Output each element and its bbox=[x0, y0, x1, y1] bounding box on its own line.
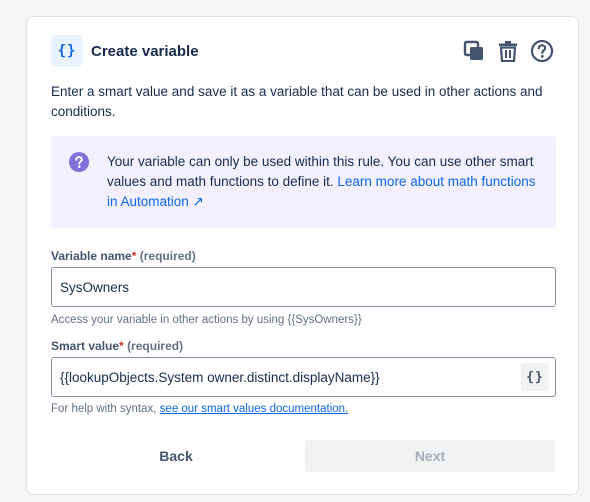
smart-value-label-text: Smart value bbox=[51, 339, 120, 353]
variable-name-label-text: Variable name bbox=[51, 249, 132, 263]
smart-value-field: {} bbox=[51, 357, 556, 397]
info-panel: Your variable can only be used within th… bbox=[51, 136, 556, 228]
header-actions bbox=[462, 39, 554, 63]
smart-values-docs-link[interactable]: see our smart values documentation. bbox=[160, 403, 349, 415]
next-button[interactable]: Next bbox=[305, 440, 555, 472]
question-circle-icon bbox=[69, 152, 89, 172]
dialog-title: Create variable bbox=[91, 42, 199, 60]
required-star: * bbox=[119, 339, 124, 353]
smart-value-insert-button[interactable]: {} bbox=[521, 363, 549, 391]
trash-icon bbox=[499, 41, 517, 62]
braces-icon: {} bbox=[51, 35, 83, 67]
smart-value-helper: For help with syntax, see our smart valu… bbox=[51, 403, 348, 415]
smart-value-input[interactable] bbox=[52, 358, 512, 396]
required-text: (required) bbox=[139, 249, 196, 263]
required-star: * bbox=[131, 249, 137, 263]
help-icon bbox=[530, 39, 554, 63]
delete-button[interactable] bbox=[496, 39, 520, 63]
smart-value-label: Smart value* (required) bbox=[51, 339, 183, 353]
copy-icon bbox=[463, 40, 483, 60]
dialog-description: Enter a smart value and save it as a var… bbox=[51, 84, 543, 119]
required-text: (required) bbox=[127, 339, 184, 353]
create-variable-dialog: {} Create variable Enter a smart value a… bbox=[26, 16, 579, 495]
copy-button[interactable] bbox=[462, 39, 486, 63]
help-button[interactable] bbox=[530, 39, 554, 63]
dialog-header: {} Create variable bbox=[51, 35, 554, 67]
back-button[interactable]: Back bbox=[51, 440, 301, 472]
variable-name-label: Variable name* (required) bbox=[51, 249, 196, 263]
variable-name-helper: Access your variable in other actions by… bbox=[51, 314, 362, 326]
variable-name-input[interactable] bbox=[51, 267, 556, 307]
smart-value-helper-text: For help with syntax, bbox=[51, 403, 157, 415]
